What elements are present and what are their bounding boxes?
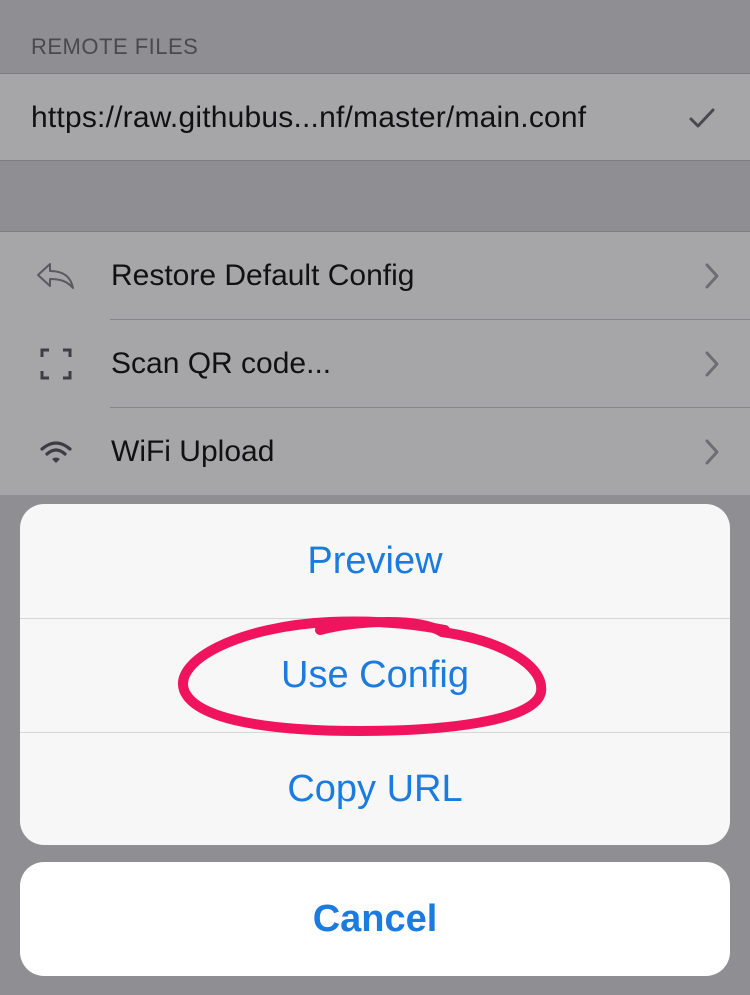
wifi-upload-row[interactable]: WiFi Upload bbox=[0, 408, 750, 496]
remote-files-header: REMOTE FILES bbox=[31, 34, 199, 59]
reply-arrow-icon bbox=[34, 254, 78, 298]
cancel-button[interactable]: Cancel bbox=[20, 862, 730, 976]
remote-file-row[interactable]: https://raw.githubus...nf/master/main.co… bbox=[0, 74, 750, 162]
qr-scan-frame-icon bbox=[34, 342, 78, 386]
scan-qr-code-label: Scan QR code... bbox=[111, 347, 332, 380]
copy-url-button[interactable]: Copy URL bbox=[20, 732, 730, 845]
chevron-right-icon bbox=[705, 263, 719, 289]
use-config-button[interactable]: Use Config bbox=[20, 618, 730, 732]
scan-qr-code-row[interactable]: Scan QR code... bbox=[0, 320, 750, 408]
wifi-icon bbox=[34, 430, 78, 474]
preview-button[interactable]: Preview bbox=[20, 504, 730, 618]
action-sheet: Preview Use Config Copy URL bbox=[20, 504, 730, 845]
actions-group: Restore Default Config Scan QR code... W… bbox=[0, 231, 750, 495]
restore-default-config-label: Restore Default Config bbox=[111, 259, 415, 292]
remote-files-group: https://raw.githubus...nf/master/main.co… bbox=[0, 73, 750, 161]
wifi-upload-label: WiFi Upload bbox=[111, 435, 275, 468]
chevron-right-icon bbox=[705, 351, 719, 377]
restore-default-config-row[interactable]: Restore Default Config bbox=[0, 232, 750, 320]
chevron-right-icon bbox=[705, 439, 719, 465]
checkmark-icon bbox=[689, 108, 715, 128]
remote-file-url: https://raw.githubus...nf/master/main.co… bbox=[31, 101, 587, 134]
